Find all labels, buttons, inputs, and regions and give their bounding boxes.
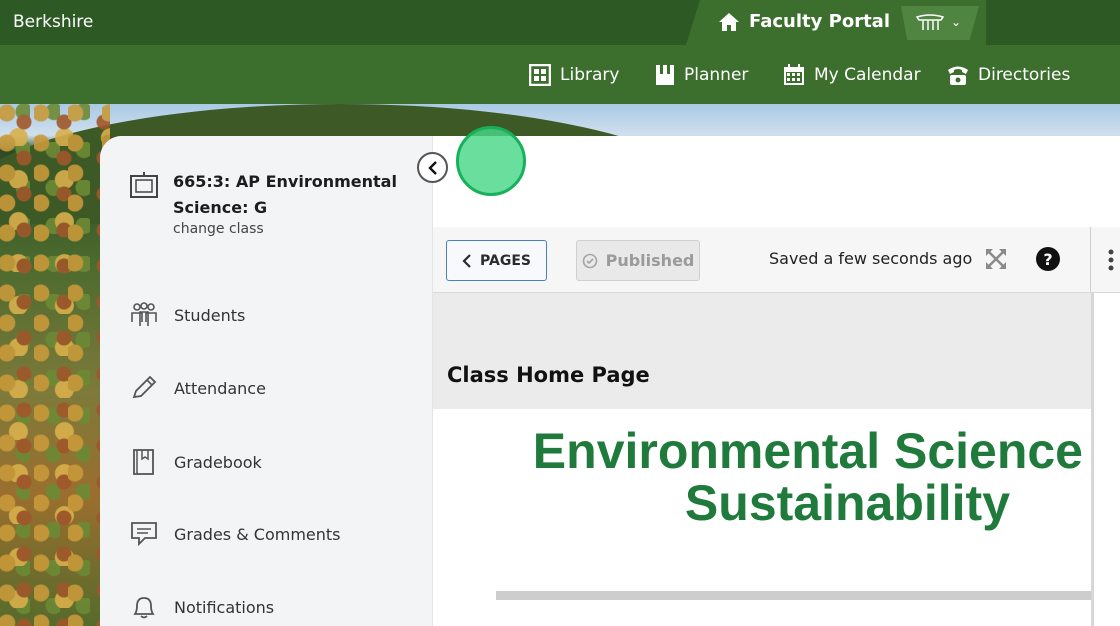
published-button-label: Published <box>605 251 695 270</box>
sidebar-item-grades-comments[interactable]: Grades & Comments <box>130 521 341 547</box>
classroom-board-icon <box>130 172 158 198</box>
forest-texture <box>0 104 110 626</box>
page-title: Class Home Page <box>447 363 650 387</box>
nav-directories[interactable]: Directories <box>947 45 1070 104</box>
grid-icon <box>529 63 551 86</box>
portal-label[interactable]: Faculty Portal <box>749 11 890 32</box>
column-logo-icon <box>915 14 945 30</box>
class-title: 665:3: AP Environmental Science: G <box>173 172 397 217</box>
chevron-left-icon <box>462 253 471 268</box>
save-status: Saved a few seconds ago <box>769 249 973 268</box>
main-panel: 665:3: AP Environmental Science: G chang… <box>100 136 1120 626</box>
help-icon[interactable]: ? <box>1035 246 1061 272</box>
change-class-link[interactable]: change class <box>173 221 264 237</box>
sidebar-item-students[interactable]: Students <box>130 302 245 328</box>
calendar-icon <box>784 63 804 85</box>
book-icon <box>133 449 154 475</box>
svg-text:?: ? <box>1043 250 1052 269</box>
chevron-left-icon <box>427 160 437 175</box>
sidebar-item-label: Attendance <box>174 378 266 398</box>
page-header: Class Home Page <box>433 293 1093 409</box>
pages-button-label: PAGES <box>480 252 531 269</box>
nav-my-calendar-label: My Calendar <box>814 64 921 85</box>
pencil-icon <box>132 375 157 399</box>
nav-library[interactable]: Library <box>529 45 619 104</box>
comment-icon <box>131 522 157 547</box>
horizontal-rule <box>496 591 1091 600</box>
more-options-icon[interactable] <box>1108 249 1114 271</box>
editor-toolbar: PAGES Published Saved a few seconds ago … <box>433 227 1120 293</box>
bell-icon <box>133 597 155 619</box>
sidebar-item-attendance[interactable]: Attendance <box>130 375 266 401</box>
sidebar-item-notifications[interactable]: Notifications <box>130 594 274 620</box>
chevron-down-icon: ⌄ <box>951 15 962 29</box>
main-nav: Library Planner My Calendar Directories <box>0 45 1120 104</box>
click-indicator <box>456 126 526 196</box>
toolbar-divider <box>1090 227 1091 293</box>
content-border <box>1091 293 1094 626</box>
headline-line-2: Sustainability <box>684 475 1010 531</box>
nav-my-calendar[interactable]: My Calendar <box>783 45 921 104</box>
top-bar: Berkshire Faculty Portal ⌄ <box>0 0 1120 45</box>
published-button[interactable]: Published <box>576 240 700 281</box>
nav-directories-label: Directories <box>978 64 1071 85</box>
collapse-sidebar-button[interactable] <box>417 152 448 183</box>
portal-switcher[interactable]: ⌄ <box>901 6 979 40</box>
headline-line-1: Environmental Science <box>532 423 1083 479</box>
sidebar-item-label: Students <box>174 305 246 325</box>
nav-library-label: Library <box>560 64 620 85</box>
sidebar-item-gradebook[interactable]: Gradebook <box>130 448 262 476</box>
class-sidebar: 665:3: AP Environmental Science: G chang… <box>100 136 433 626</box>
sidebar-item-label: Notifications <box>174 597 275 617</box>
page-content[interactable]: Environmental Science Sustainability <box>433 409 1091 626</box>
home-icon[interactable] <box>718 11 740 33</box>
pages-back-button[interactable]: PAGES <box>446 240 547 281</box>
planner-icon <box>656 64 674 85</box>
check-circle-icon <box>582 253 597 268</box>
nav-planner-label: Planner <box>684 64 749 85</box>
sidebar-item-label: Gradebook <box>174 452 262 472</box>
nav-planner[interactable]: Planner <box>655 45 748 104</box>
school-name[interactable]: Berkshire <box>13 12 93 32</box>
content-headline: Environmental Science Sustainability <box>433 425 1091 529</box>
sidebar-item-label: Grades & Comments <box>174 524 341 544</box>
students-icon <box>131 302 157 326</box>
fullscreen-icon[interactable] <box>984 247 1008 271</box>
phone-icon <box>948 66 968 85</box>
